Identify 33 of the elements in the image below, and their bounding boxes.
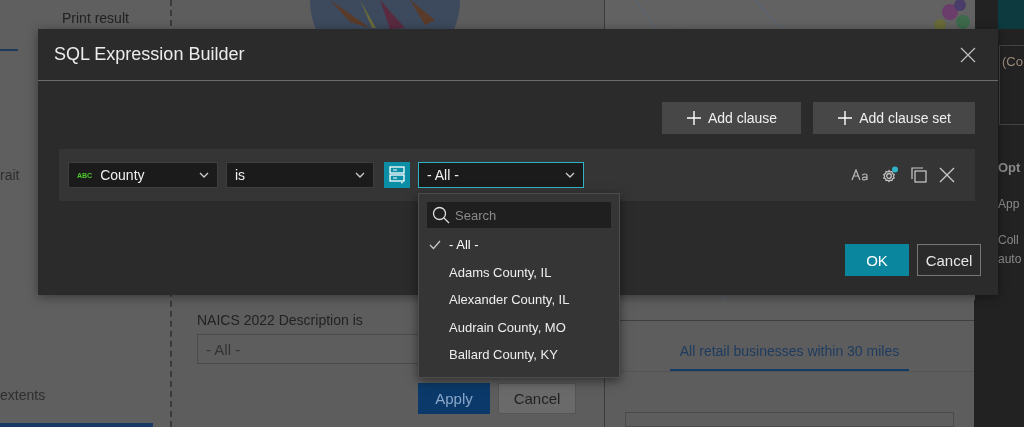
search-icon [432,206,450,224]
add-button[interactable]: Add clause set [813,102,975,134]
filter-label: NAICS 2022 Description is [197,312,363,328]
chevron-down-icon [199,172,209,178]
dropdown-option[interactable]: Ballard County, KY [427,341,611,369]
option-label: App [998,197,1020,211]
checkmark-icon [429,239,441,250]
cancel-button[interactable]: Cancel [917,244,981,276]
settings-icon[interactable] [881,166,899,184]
option-label: Coll [998,233,1019,247]
copy-icon[interactable] [911,167,927,183]
header-bar [998,0,1024,29]
plus-icon [837,110,854,126]
add-button[interactable]: Add clause [661,102,802,134]
plus-icon [685,110,702,126]
ok-button[interactable]: OK [845,244,909,276]
text-field[interactable]: (Co [999,45,1024,125]
delete-icon[interactable] [939,167,955,183]
dropdown-option[interactable]: Audrain County, MO [427,313,611,341]
option-label: Opt [998,160,1021,175]
dropdown-option[interactable]: Adams County, IL [427,258,611,286]
value-select[interactable]: - All - [418,162,584,188]
chevron-down-icon [565,172,575,178]
search-field[interactable]: Search [427,202,611,228]
dropdown-option[interactable]: - All - [427,231,611,259]
dialog-title: SQL Expression Builder [54,44,245,65]
close-icon[interactable] [960,46,976,63]
case-sensitive-icon[interactable] [851,169,869,181]
dropdown-option[interactable]: Alexander County, IL [427,286,611,314]
chevron-down-icon [355,172,365,178]
apply-button[interactable]: Apply [418,383,490,414]
option-label: auto [998,252,1022,266]
operator-select[interactable]: is [226,162,374,188]
